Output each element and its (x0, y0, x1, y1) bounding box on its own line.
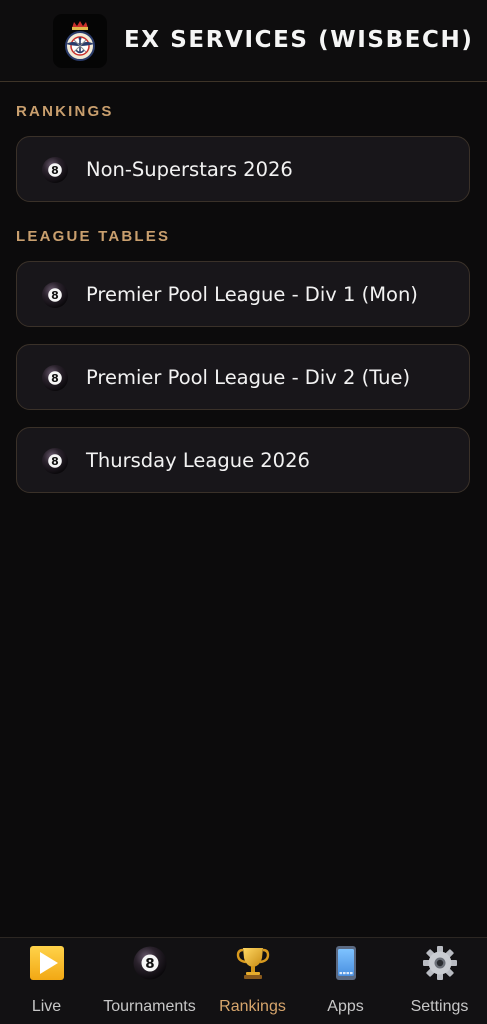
list-item-label: Non-Superstars 2026 (86, 158, 293, 181)
eight-ball-icon: 8 (42, 448, 68, 474)
list-item-non-superstars[interactable]: 8 Non-Superstars 2026 (16, 136, 470, 202)
svg-text:8: 8 (51, 372, 59, 385)
club-logo (53, 14, 107, 68)
eight-ball-icon: 8 (42, 282, 68, 308)
list-item-premier-div-1[interactable]: 8 Premier Pool League - Div 1 (Mon) (16, 261, 470, 327)
svg-text:8: 8 (145, 956, 154, 972)
nav-item-rankings[interactable]: Rankings (204, 938, 301, 1024)
list-item-thursday-league[interactable]: 8 Thursday League 2026 (16, 427, 470, 493)
nav-label: Live (31, 998, 62, 1015)
svg-text:8: 8 (51, 455, 59, 468)
armed-forces-crest-icon (65, 21, 95, 61)
app-root: EX SERVICES (WISBECH) RANKINGS 8 Non-Sup… (0, 0, 487, 1024)
section-label-rankings: RANKINGS (16, 103, 114, 120)
nav-item-apps[interactable]: Apps (297, 938, 394, 1024)
nav-label: Settings (410, 998, 469, 1015)
play-icon (29, 946, 64, 980)
gear-icon (422, 946, 457, 980)
svg-text:8: 8 (51, 164, 59, 177)
page-title: EX SERVICES (WISBECH) (124, 27, 474, 53)
section-label-league-tables: LEAGUE TABLES (16, 228, 171, 245)
nav-label: Tournaments (103, 998, 196, 1015)
list-item-label: Premier Pool League - Div 2 (Tue) (86, 366, 411, 389)
list-item-label: Thursday League 2026 (86, 449, 310, 472)
eight-ball-icon: 8 (42, 365, 68, 391)
app-header: EX SERVICES (WISBECH) (0, 0, 487, 82)
eight-ball-icon: 8 (133, 946, 166, 980)
nav-item-settings[interactable]: Settings (391, 938, 487, 1024)
eight-ball-icon: 8 (42, 157, 68, 183)
list-item-label: Premier Pool League - Div 1 (Mon) (86, 283, 418, 306)
nav-label: Rankings (219, 998, 286, 1015)
nav-item-live[interactable]: Live (0, 938, 95, 1024)
nav-label: Apps (327, 998, 364, 1015)
nav-item-tournaments[interactable]: 8 Tournaments (101, 938, 198, 1024)
trophy-icon (236, 948, 269, 979)
svg-text:8: 8 (51, 289, 59, 302)
bottom-nav: Live 8 Tournaments Rankings Apps Setting… (0, 937, 487, 1024)
phone-icon (335, 946, 356, 980)
list-item-premier-div-2[interactable]: 8 Premier Pool League - Div 2 (Tue) (16, 344, 470, 410)
